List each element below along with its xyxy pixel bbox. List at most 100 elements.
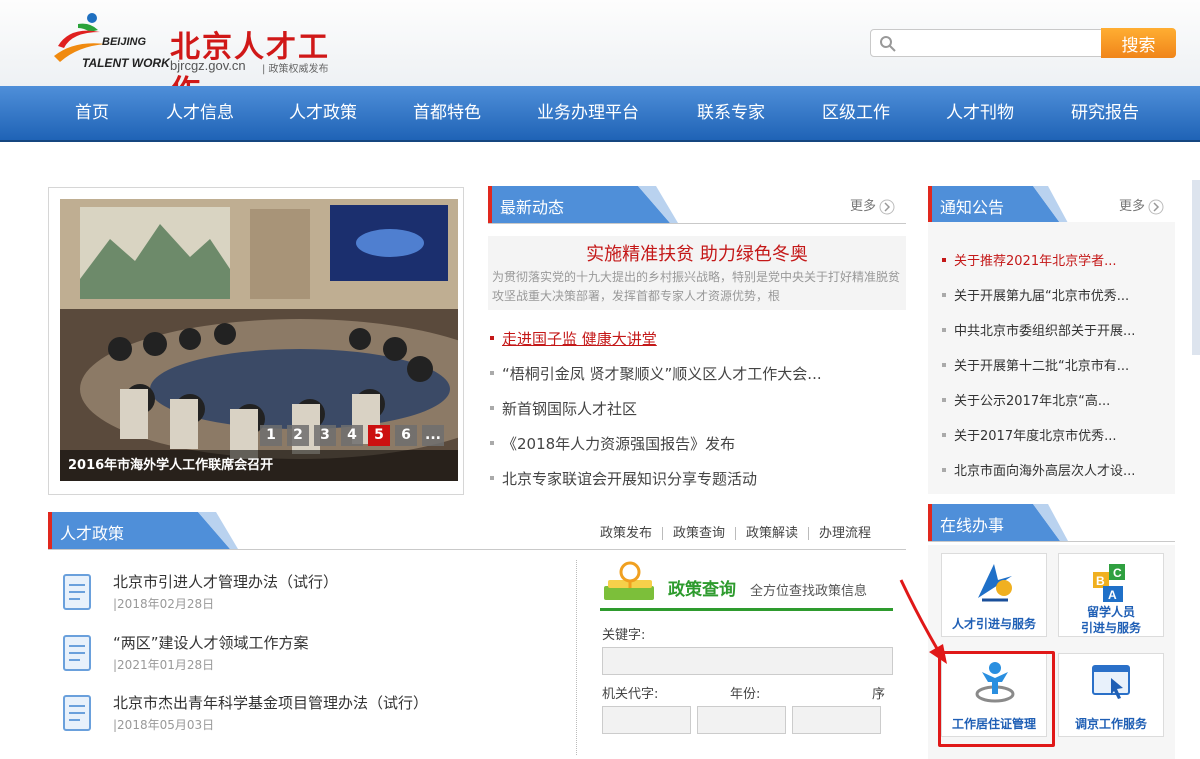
bullet-icon: [490, 476, 494, 480]
bullet-icon: [490, 371, 494, 375]
org-code-label: 机关代字:: [602, 687, 659, 702]
nav-item-business-platform[interactable]: 业务办理平台: [537, 86, 639, 140]
notice-item-text: 中共北京市委组织部关于开展...: [954, 324, 1136, 339]
document-icon: [63, 574, 91, 610]
news-item[interactable]: “梧桐引金凤 贤才聚顺义”顺义区人才工作大会...: [488, 363, 906, 385]
query-subtitle: 全方位查找政策信息: [750, 584, 868, 599]
bullet-icon: [942, 363, 946, 367]
notice-more-link[interactable]: 更多: [1119, 195, 1164, 215]
site-header: BEIJING TALENT WORK 北京人才工作 bjrcgz.gov.cn…: [0, 0, 1200, 109]
nav-item-talent-policy[interactable]: 人才政策: [289, 86, 357, 140]
document-icon: [63, 695, 91, 731]
seq-input[interactable]: [792, 706, 881, 734]
policy-item-title[interactable]: 北京市杰出青年科学基金项目管理办法（试行）: [113, 692, 428, 713]
notice-more-label: 更多: [1119, 199, 1146, 214]
policy-title: 人才政策: [60, 524, 125, 543]
service-overseas-students[interactable]: BCA 留学人员 引进与服务: [1058, 553, 1164, 637]
notice-item[interactable]: 关于2017年度北京市优秀...: [928, 425, 1175, 444]
notice-header: 通知公告 更多: [928, 186, 1175, 224]
news-item-text: 新首钢国际人才社区: [502, 400, 638, 418]
divider: [576, 560, 577, 755]
policy-link-process[interactable]: 办理流程: [819, 526, 871, 541]
notice-item[interactable]: 关于开展第十二批“北京市有...: [928, 355, 1175, 374]
slider-page-5[interactable]: 5: [368, 425, 390, 446]
chevron-right-icon: [879, 199, 895, 214]
bullet-icon: [490, 336, 494, 340]
online-header: 在线办事: [928, 504, 1175, 542]
policy-item-date: |2021年01月28日: [113, 658, 215, 672]
slider-page-6[interactable]: 6: [395, 425, 417, 446]
notice-item-text: 关于开展第九届“北京市优秀...: [954, 289, 1130, 304]
logo-slogan: | 政策权威发布: [262, 64, 329, 75]
service-talent-intro[interactable]: 人才引进与服务: [941, 553, 1047, 637]
notice-item-text: 关于2017年度北京市优秀...: [954, 429, 1117, 444]
bullet-icon: [942, 293, 946, 297]
news-item[interactable]: 走进国子监 健康大讲堂: [488, 328, 906, 350]
logo-en-line2: TALENT WORK: [82, 56, 170, 70]
news-item[interactable]: 《2018年人力资源强国报告》发布: [488, 433, 906, 455]
org-code-input[interactable]: [602, 706, 691, 734]
bullet-icon: [942, 398, 946, 402]
policy-item-title[interactable]: “两区”建设人才领域工作方案: [113, 632, 309, 653]
slider-caption[interactable]: 2016年市海外学人工作联席会召开: [60, 450, 458, 481]
keyword-input[interactable]: [602, 647, 893, 675]
slider-page-4[interactable]: 4: [341, 425, 363, 446]
service-label: 调京工作服务: [1074, 717, 1147, 731]
policy-item-title[interactable]: 北京市引进人才管理办法（试行）: [113, 571, 338, 592]
service-transfer-beijing[interactable]: 调京工作服务: [1058, 653, 1164, 737]
seq-label: 序: [872, 687, 886, 702]
notice-title: 通知公告: [940, 198, 1005, 217]
slider-page-1[interactable]: 1: [260, 425, 282, 446]
policy-link-interpret[interactable]: 政策解读: [746, 526, 798, 541]
scrollbar[interactable]: [1192, 180, 1200, 355]
search-input[interactable]: [870, 29, 1102, 57]
nav-item-talent-info[interactable]: 人才信息: [166, 86, 234, 140]
bullet-icon: [490, 441, 494, 445]
bullet-icon: [942, 433, 946, 437]
news-item-text: 《2018年人力资源强国报告》发布: [502, 435, 736, 453]
news-item[interactable]: 新首钢国际人才社区: [488, 398, 906, 420]
policy-query-panel: 政策查询 全方位查找政策信息 关键字: 机关代字: 年份: 序 号:: [600, 560, 895, 759]
news-header: 最新动态 更多: [488, 186, 906, 224]
main-nav: 首页 人才信息 人才政策 首都特色 业务办理平台 联系专家 区级工作 人才刊物 …: [0, 86, 1200, 142]
bullet-icon: [942, 258, 946, 262]
logo-domain: bjrcgz.gov.cn: [170, 58, 246, 73]
nav-item-publications[interactable]: 人才刊物: [946, 86, 1014, 140]
bullet-icon: [942, 468, 946, 472]
divider: [808, 527, 810, 540]
nav-item-home[interactable]: 首页: [75, 86, 109, 140]
news-more-link[interactable]: 更多: [850, 195, 895, 215]
notice-item[interactable]: 关于公示2017年北京“高...: [928, 390, 1175, 409]
notice-item[interactable]: 北京市面向海外高层次人才设...: [928, 460, 1175, 479]
policy-item-date: |2018年05月03日: [113, 718, 215, 732]
notice-item-text: 关于公示2017年北京“高...: [954, 394, 1111, 409]
nav-item-research-reports[interactable]: 研究报告: [1071, 86, 1139, 140]
chevron-right-icon: [1148, 199, 1164, 214]
news-headline-summary: 为贯彻落实党的十九大提出的乡村振兴战略，特别是党中央关于打好精准脱贫攻坚战重大决…: [492, 270, 901, 303]
site-logo[interactable]: BEIJING TALENT WORK 北京人才工作 bjrcgz.gov.cn…: [50, 8, 350, 109]
query-title: 政策查询: [668, 580, 736, 600]
slider-page-3[interactable]: 3: [314, 425, 336, 446]
news-item-text: “梧桐引金凤 贤才聚顺义”顺义区人才工作大会...: [502, 365, 822, 383]
policy-link-publish[interactable]: 政策发布: [600, 526, 652, 541]
policy-item-date: |2018年02月28日: [113, 597, 215, 611]
search-button[interactable]: 搜索: [1101, 28, 1176, 58]
news-title: 最新动态: [500, 198, 565, 217]
nav-item-contact-experts[interactable]: 联系专家: [697, 86, 765, 140]
keyword-label: 关键字:: [602, 628, 646, 643]
notice-item[interactable]: 关于开展第九届“北京市优秀...: [928, 285, 1175, 304]
notice-item[interactable]: 关于推荐2021年北京学者...: [928, 250, 1175, 269]
slider-page-2[interactable]: 2: [287, 425, 309, 446]
nav-item-capital-features[interactable]: 首都特色: [413, 86, 481, 140]
online-title: 在线办事: [940, 516, 1005, 535]
notice-item[interactable]: 中共北京市委组织部关于开展...: [928, 320, 1175, 339]
policy-link-query[interactable]: 政策查询: [673, 526, 725, 541]
nav-item-district-work[interactable]: 区级工作: [822, 86, 890, 140]
slider-page-more[interactable]: ...: [422, 425, 444, 446]
news-headline[interactable]: 实施精准扶贫 助力绿色冬奥: [488, 240, 906, 266]
svg-text:B: B: [1096, 574, 1105, 588]
year-input[interactable]: [697, 706, 786, 734]
news-item[interactable]: 北京专家联谊会开展知识分享专题活动: [488, 468, 906, 490]
notice-item-text: 北京市面向海外高层次人才设...: [954, 464, 1136, 479]
bullet-icon: [942, 328, 946, 332]
